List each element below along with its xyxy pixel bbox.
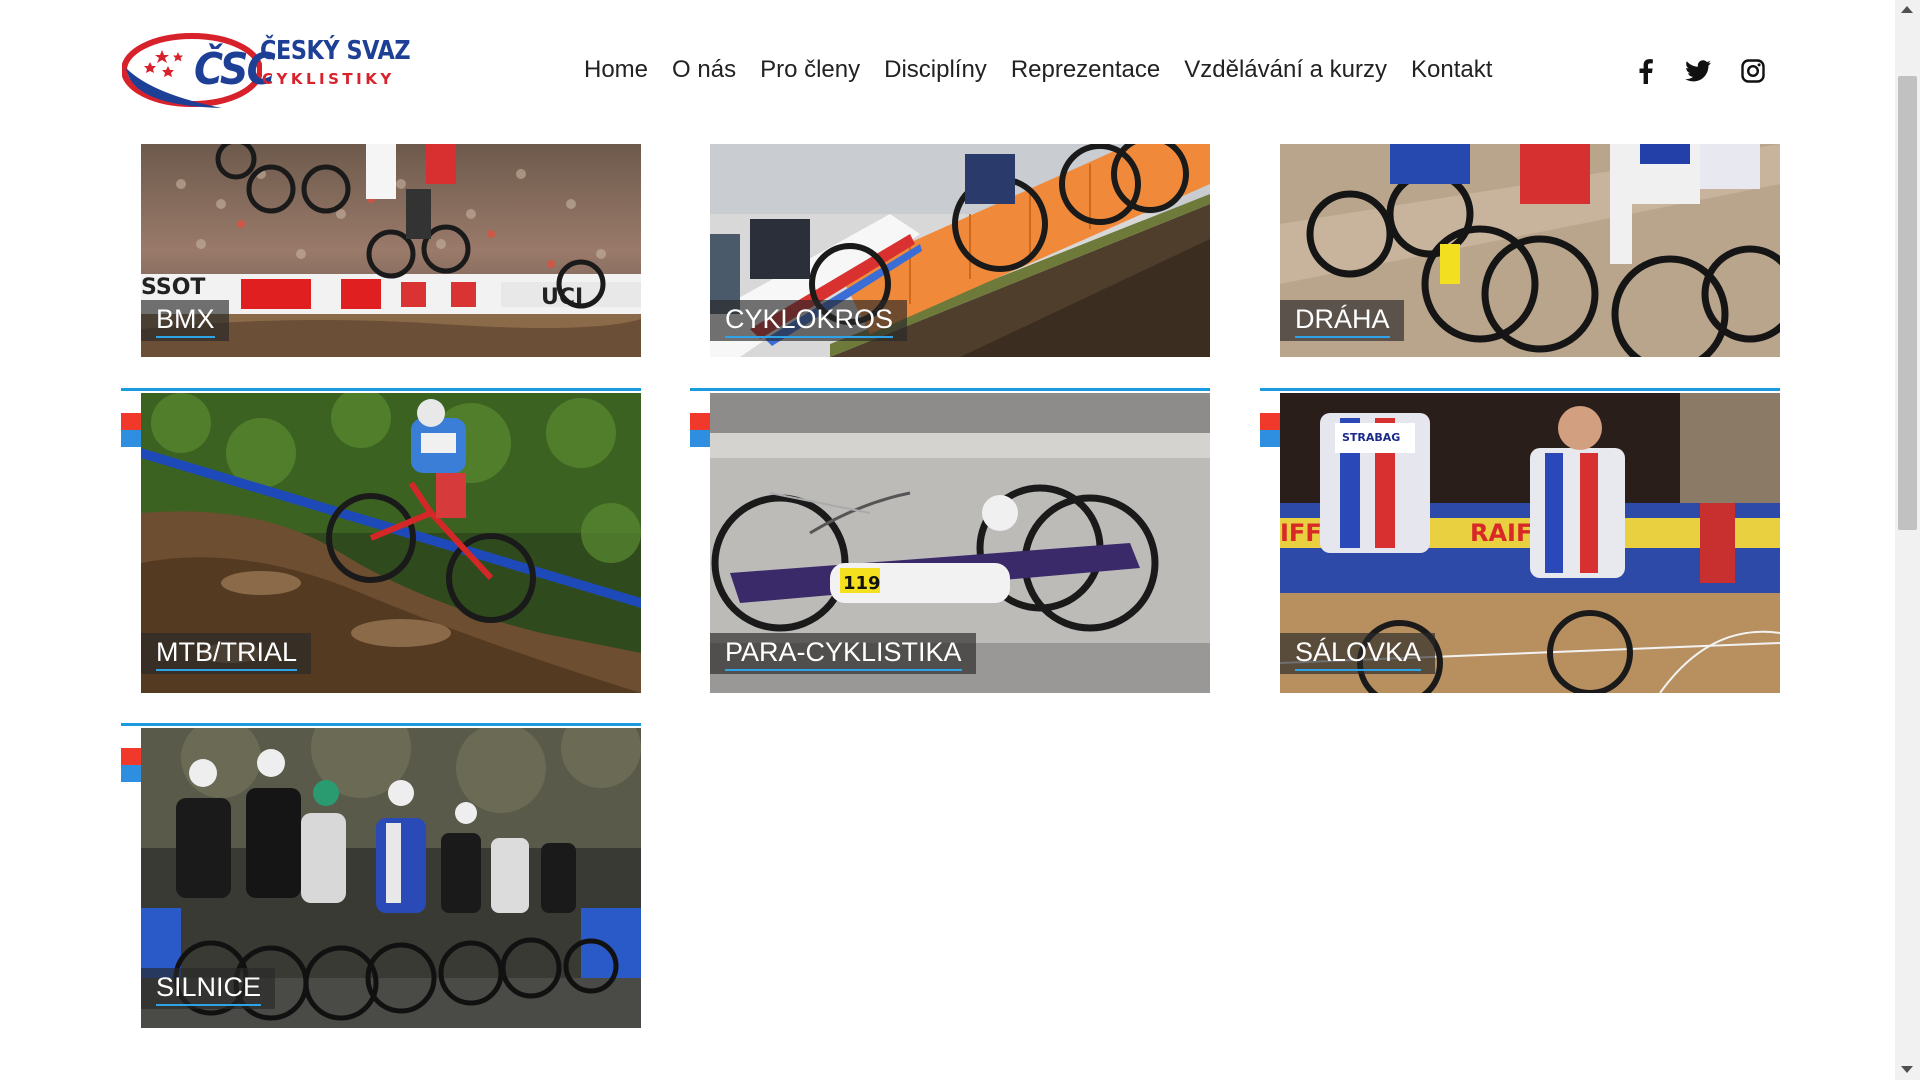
site-header: ČSC ČESKÝ SVAZ CYKLISTIKY Home O nás Pro… bbox=[0, 0, 1895, 140]
card-label-box: DRÁHA bbox=[1280, 300, 1404, 341]
card-label-box: MTB/TRIAL bbox=[141, 633, 312, 674]
logo-line2: CYKLISTIKY bbox=[262, 70, 395, 88]
card-label: CYKLOKROS bbox=[725, 304, 894, 338]
card-accent-line bbox=[690, 388, 1210, 391]
svg-text:RAIF: RAIF bbox=[1470, 519, 1532, 547]
instagram-icon[interactable] bbox=[1741, 59, 1765, 83]
card-label: SILNICE bbox=[156, 972, 262, 1006]
card-accent-line bbox=[121, 388, 641, 391]
nav-item-pro-cleny[interactable]: Pro členy bbox=[760, 56, 860, 84]
discipline-card-para-cyklistika[interactable]: 119 PARA-CYKLISTIKA bbox=[690, 388, 1210, 693]
page: SSOT UCI BMX CYKLOKROS DRÁHA MTB/TRIAL 1… bbox=[0, 0, 1895, 1080]
facebook-icon[interactable] bbox=[1636, 58, 1654, 84]
card-label-box: PARA-CYKLISTIKA bbox=[710, 633, 976, 674]
nav-item-discipliny[interactable]: Disciplíny bbox=[884, 56, 987, 84]
card-flag-red bbox=[121, 748, 141, 765]
discipline-card-silnice[interactable]: SILNICE bbox=[121, 723, 641, 1028]
card-accent-line bbox=[121, 723, 641, 726]
card-flag-red bbox=[690, 413, 710, 430]
nav-item-vzdelavani[interactable]: Vzdělávání a kurzy bbox=[1184, 56, 1387, 84]
svg-text:STRABAG: STRABAG bbox=[1342, 431, 1400, 444]
card-label: PARA-CYKLISTIKA bbox=[725, 637, 962, 671]
discipline-card-bmx[interactable]: SSOT UCI BMX bbox=[141, 140, 641, 357]
card-flag-red bbox=[1260, 413, 1280, 430]
scrollbar-thumb[interactable] bbox=[1898, 76, 1917, 530]
card-label-box: SÁLOVKA bbox=[1280, 633, 1436, 674]
card-label-box: BMX bbox=[141, 300, 229, 341]
card-label-box: SILNICE bbox=[141, 968, 276, 1009]
card-label-box: CYKLOKROS bbox=[710, 300, 908, 341]
nav-item-o-nas[interactable]: O nás bbox=[672, 56, 736, 84]
card-flag-blue bbox=[121, 430, 141, 447]
site-logo[interactable]: ČSC ČESKÝ SVAZ CYKLISTIKY bbox=[122, 28, 411, 112]
card-label: SÁLOVKA bbox=[1295, 637, 1422, 671]
card-flag-blue bbox=[1260, 430, 1280, 447]
nav-item-home[interactable]: Home bbox=[584, 56, 648, 84]
discipline-card-mtb-trial[interactable]: MTB/TRIAL bbox=[121, 388, 641, 693]
card-flag-blue bbox=[121, 765, 141, 782]
card-accent-line bbox=[1260, 388, 1780, 391]
nav-item-reprezentace[interactable]: Reprezentace bbox=[1011, 56, 1160, 84]
svg-text:SSOT: SSOT bbox=[141, 275, 205, 300]
nav-item-kontakt[interactable]: Kontakt bbox=[1411, 56, 1492, 84]
twitter-icon[interactable] bbox=[1685, 60, 1711, 82]
card-flag-red bbox=[121, 413, 141, 430]
scroll-down-arrow-icon[interactable] bbox=[1901, 1066, 1913, 1073]
scroll-up-arrow-icon[interactable] bbox=[1901, 6, 1913, 13]
card-flag-blue bbox=[690, 430, 710, 447]
discipline-card-salovka[interactable]: IFFEIS RAIF STRABAG SÁLO bbox=[1260, 388, 1780, 693]
discipline-card-draha[interactable]: DRÁHA bbox=[1280, 140, 1780, 357]
svg-text:119: 119 bbox=[843, 573, 881, 594]
card-label: BMX bbox=[156, 304, 215, 338]
logo-line1: ČESKÝ SVAZ bbox=[260, 36, 411, 66]
card-label: DRÁHA bbox=[1295, 304, 1390, 338]
discipline-card-cyklokros[interactable]: CYKLOKROS bbox=[710, 140, 1210, 357]
main-nav: Home O nás Pro členy Disciplíny Reprezen… bbox=[584, 56, 1516, 84]
card-label: MTB/TRIAL bbox=[156, 637, 298, 671]
